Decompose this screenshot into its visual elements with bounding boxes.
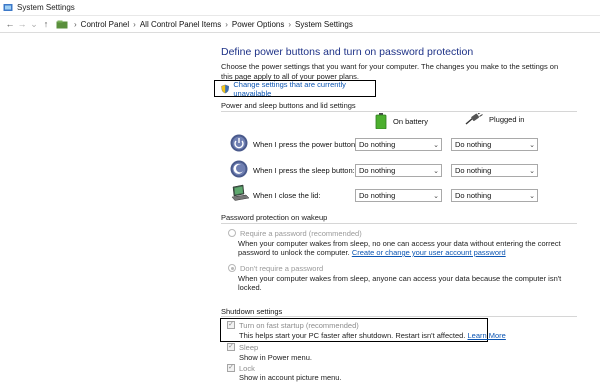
- column-header-battery: On battery: [375, 113, 428, 129]
- column-header-plugged: Plugged in: [465, 113, 524, 125]
- control-panel-icon: [56, 20, 68, 28]
- chevron-down-icon: ⌄: [433, 192, 439, 200]
- chevron-down-icon: ⌄: [529, 192, 535, 200]
- breadcrumb-separator-icon: ›: [133, 19, 136, 29]
- sleep-description: Show in Power menu.: [239, 353, 312, 362]
- fast-startup-checkbox[interactable]: ✓: [227, 321, 235, 329]
- lock-label: Lock: [239, 364, 255, 373]
- lid-close-battery-select[interactable]: Do nothing ⌄: [355, 189, 442, 202]
- chevron-down-icon: ⌄: [433, 141, 439, 149]
- create-password-link[interactable]: Create or change your user account passw…: [352, 248, 506, 257]
- power-section-divider: [221, 111, 577, 112]
- dont-require-password-radio[interactable]: [228, 264, 236, 272]
- require-password-description-line2: password to unlock the computer. Create …: [238, 248, 506, 258]
- fast-startup-description: This helps start your PC faster after sh…: [239, 331, 506, 340]
- forward-button[interactable]: →: [16, 19, 28, 29]
- window-title: System Settings: [17, 3, 75, 12]
- select-value: Do nothing: [359, 140, 396, 149]
- require-password-radio[interactable]: [228, 229, 236, 237]
- power-button-battery-select[interactable]: Do nothing ⌄: [355, 138, 442, 151]
- breadcrumb-control-panel[interactable]: Control Panel: [79, 20, 131, 29]
- power-button-plugged-select[interactable]: Do nothing ⌄: [451, 138, 538, 151]
- learn-more-link[interactable]: Learn More: [468, 331, 506, 340]
- select-value: Do nothing: [359, 191, 396, 200]
- up-button[interactable]: ↑: [40, 19, 52, 29]
- shutdown-section-divider: [221, 316, 577, 317]
- select-value: Do nothing: [359, 166, 396, 175]
- fast-startup-description-text: This helps start your PC faster after sh…: [239, 331, 466, 340]
- dont-require-password-description-line1: When your computer wakes from sleep, any…: [238, 274, 562, 283]
- power-button-icon: [230, 134, 248, 152]
- lid-close-plugged-select[interactable]: Do nothing ⌄: [451, 189, 538, 202]
- sleep-button-battery-select[interactable]: Do nothing ⌄: [355, 164, 442, 177]
- sleep-checkbox[interactable]: ✓: [227, 343, 235, 351]
- lock-description: Show in account picture menu.: [239, 373, 342, 382]
- power-section-title: Power and sleep buttons and lid settings: [221, 101, 356, 110]
- dont-require-password-label: Don't require a password: [240, 264, 324, 273]
- shutdown-section-title: Shutdown settings: [221, 307, 283, 316]
- lid-close-row-label: When I close the lid:: [253, 191, 321, 200]
- chevron-down-icon: ⌄: [433, 167, 439, 175]
- title-bar: System Settings: [0, 0, 600, 16]
- battery-icon: [375, 113, 387, 129]
- uac-shield-icon: [221, 84, 230, 93]
- chevron-down-icon: ⌄: [529, 167, 535, 175]
- password-section-divider: [221, 223, 577, 224]
- page-description: Choose the power settings that you want …: [221, 62, 559, 81]
- chevron-down-icon: ⌄: [529, 141, 535, 149]
- select-value: Do nothing: [455, 166, 492, 175]
- breadcrumb-separator-icon: ›: [225, 19, 228, 29]
- fast-startup-label: Turn on fast startup (recommended): [239, 321, 359, 330]
- breadcrumb-system-settings[interactable]: System Settings: [293, 20, 355, 29]
- column-header-battery-label: On battery: [393, 116, 429, 126]
- change-settings-link[interactable]: Change settings that are currently unava…: [214, 80, 376, 98]
- breadcrumb-all-items[interactable]: All Control Panel Items: [138, 20, 223, 29]
- breadcrumb-separator-icon: ›: [74, 19, 77, 29]
- laptop-lid-icon: [231, 184, 250, 201]
- select-value: Do nothing: [455, 140, 492, 149]
- sleep-label: Sleep: [239, 343, 259, 352]
- recent-locations-chevron-icon[interactable]: ⌄: [28, 19, 40, 30]
- lock-checkbox[interactable]: ✓: [227, 364, 235, 372]
- breadcrumb-power-options[interactable]: Power Options: [230, 20, 286, 29]
- select-value: Do nothing: [455, 191, 492, 200]
- system-settings-icon: [3, 3, 13, 11]
- column-header-plugged-label: Plugged in: [489, 114, 525, 124]
- sleep-button-plugged-select[interactable]: Do nothing ⌄: [451, 164, 538, 177]
- page-title: Define power buttons and turn on passwor…: [221, 46, 474, 58]
- sleep-button-icon: [230, 160, 248, 178]
- power-plug-icon: [465, 113, 483, 125]
- require-password-label: Require a password (recommended): [240, 229, 362, 238]
- require-password-description-text: password to unlock the computer.: [238, 248, 350, 257]
- sleep-button-row-label: When I press the sleep button:: [253, 166, 355, 175]
- back-button[interactable]: ←: [4, 19, 16, 29]
- breadcrumb-separator-icon: ›: [288, 19, 292, 29]
- address-bar: ← → ⌄ ↑ › Control Panel › All Control Pa…: [0, 16, 600, 33]
- dont-require-password-description-line2: locked.: [238, 283, 262, 292]
- change-settings-link-label[interactable]: Change settings that are currently unava…: [233, 80, 375, 98]
- power-button-row-label: When I press the power button:: [253, 140, 358, 149]
- password-section-title: Password protection on wakeup: [221, 213, 328, 222]
